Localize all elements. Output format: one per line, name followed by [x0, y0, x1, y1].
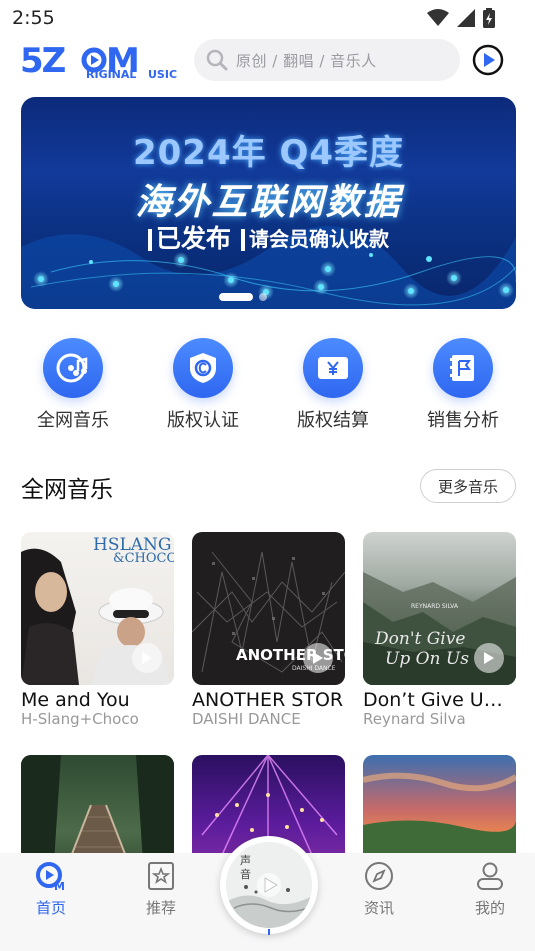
entry-sales-analysis[interactable]: 销售分析: [408, 338, 518, 432]
entry-all-music[interactable]: 全网音乐: [18, 338, 128, 432]
svg-text:REYNARD SILVA: REYNARD SILVA: [411, 603, 459, 610]
banner-line-3a: 已发布: [147, 219, 231, 255]
banner-line-2: 海外互联网数据: [135, 182, 402, 223]
song-card[interactable]: REYNARD SILVA Don't Give Up On Us Don’t …: [363, 532, 516, 727]
nav-news[interactable]: 资讯: [339, 861, 419, 918]
album-cover[interactable]: ANOTHER STORY DAISHI DANCE: [192, 532, 345, 685]
svg-text:Up On Us: Up On Us: [385, 649, 469, 669]
entry-copyright-cert[interactable]: 版权认证: [148, 338, 258, 432]
svg-text:Don't Give: Don't Give: [374, 629, 465, 649]
search-icon: [206, 49, 228, 71]
player-cover-art: 声 音: [226, 842, 312, 928]
svg-text:&CHOCO: &CHOCO: [113, 551, 174, 566]
user-icon: [477, 862, 503, 890]
nav-label: 资讯: [363, 899, 394, 917]
home-music-icon: M: [36, 862, 65, 893]
svg-text:RIGINAL: RIGINAL: [86, 68, 136, 80]
section-title: 全网音乐: [21, 477, 113, 503]
flag-book-icon: [433, 338, 493, 398]
compass-icon: [365, 862, 393, 890]
song-card[interactable]: HSLANG &CHOCO Me and You H-Slang+Choco: [21, 532, 174, 727]
play-button[interactable]: [474, 643, 504, 673]
banner-line-1: 2024年 Q4季度: [132, 133, 405, 173]
play-icon: [313, 652, 323, 664]
nav-mine[interactable]: 我的: [450, 861, 530, 918]
song-card[interactable]: ANOTHER STORY DAISHI DANCE ANOTHER STOR …: [192, 532, 345, 727]
entry-label: 版权认证: [167, 410, 239, 431]
song-artist: DAISHI DANCE: [192, 711, 301, 727]
nav-recommend[interactable]: 推荐: [121, 861, 201, 918]
banner-line-3b: 请会员确认收款: [241, 223, 389, 252]
banner-line-3a-text: 已发布: [155, 224, 231, 253]
wifi-icon: [427, 9, 449, 26]
banner-line-3: 已发布 请会员确认收款: [21, 219, 516, 255]
more-music-button[interactable]: 更多音乐: [420, 469, 516, 503]
play-button[interactable]: [132, 643, 162, 673]
play-icon: [142, 652, 152, 664]
promo-banner[interactable]: 2024年 Q4季度 海外互联网数据 已发布 请会员确认收款: [21, 97, 516, 309]
nav-home[interactable]: M 首页: [11, 861, 91, 918]
center-indicator: [268, 929, 270, 935]
svg-text:M: M: [54, 880, 65, 891]
play-icon: [484, 652, 494, 664]
battery-icon: [483, 8, 495, 28]
shield-c-icon: [173, 338, 233, 398]
status-bar: 2:55: [0, 0, 535, 36]
nav-label: 我的: [474, 899, 505, 917]
app-logo: 5Z M RIGINAL USIC: [20, 40, 182, 81]
yuan-card-icon: [303, 338, 363, 398]
star-box-icon: [148, 862, 174, 890]
status-icons: [427, 8, 495, 28]
svg-text:声: 声: [240, 853, 251, 867]
svg-text:USIC: USIC: [148, 68, 177, 80]
nav-label: 推荐: [145, 899, 176, 917]
song-artist: H-Slang+Choco: [21, 711, 139, 727]
signal-icon: [457, 9, 475, 27]
album-cover[interactable]: REYNARD SILVA Don't Give Up On Us: [363, 532, 516, 685]
search-placeholder: 原创 / 翻唱 / 音乐人: [236, 51, 377, 70]
app-header: 5Z M RIGINAL USIC 原创 / 翻唱 / 音乐人: [0, 36, 535, 86]
play-circle-icon: [472, 44, 504, 76]
album-cover[interactable]: HSLANG &CHOCO: [21, 532, 174, 685]
nav-label: 首页: [35, 899, 66, 917]
status-time: 2:55: [12, 7, 55, 29]
svg-text:5Z: 5Z: [20, 41, 66, 80]
entry-label: 销售分析: [427, 410, 499, 431]
play-button[interactable]: [303, 643, 333, 673]
song-title: ANOTHER STOR: [192, 689, 344, 711]
song-artist: Reynard Silva: [363, 711, 466, 727]
music-disc-icon: [43, 338, 103, 398]
now-playing-button[interactable]: [472, 44, 504, 76]
entry-label: 版权结算: [297, 410, 369, 431]
banner-dot-1[interactable]: [219, 293, 253, 301]
banner-pagination: [219, 293, 267, 301]
song-title: Don’t Give U…: [363, 689, 503, 711]
banner-line-3b-text: 请会员确认收款: [249, 226, 389, 251]
quick-entries: 全网音乐 版权认证 版权结算 销售分析: [0, 338, 535, 438]
svg-text:音: 音: [240, 867, 251, 881]
center-player-disc[interactable]: 声 音: [220, 836, 318, 934]
song-title: Me and You: [21, 689, 130, 711]
banner-dot-2[interactable]: [259, 293, 267, 301]
search-bar[interactable]: 原创 / 翻唱 / 音乐人: [194, 39, 460, 81]
entry-copyright-settlement[interactable]: 版权结算: [278, 338, 388, 432]
entry-label: 全网音乐: [37, 410, 109, 431]
